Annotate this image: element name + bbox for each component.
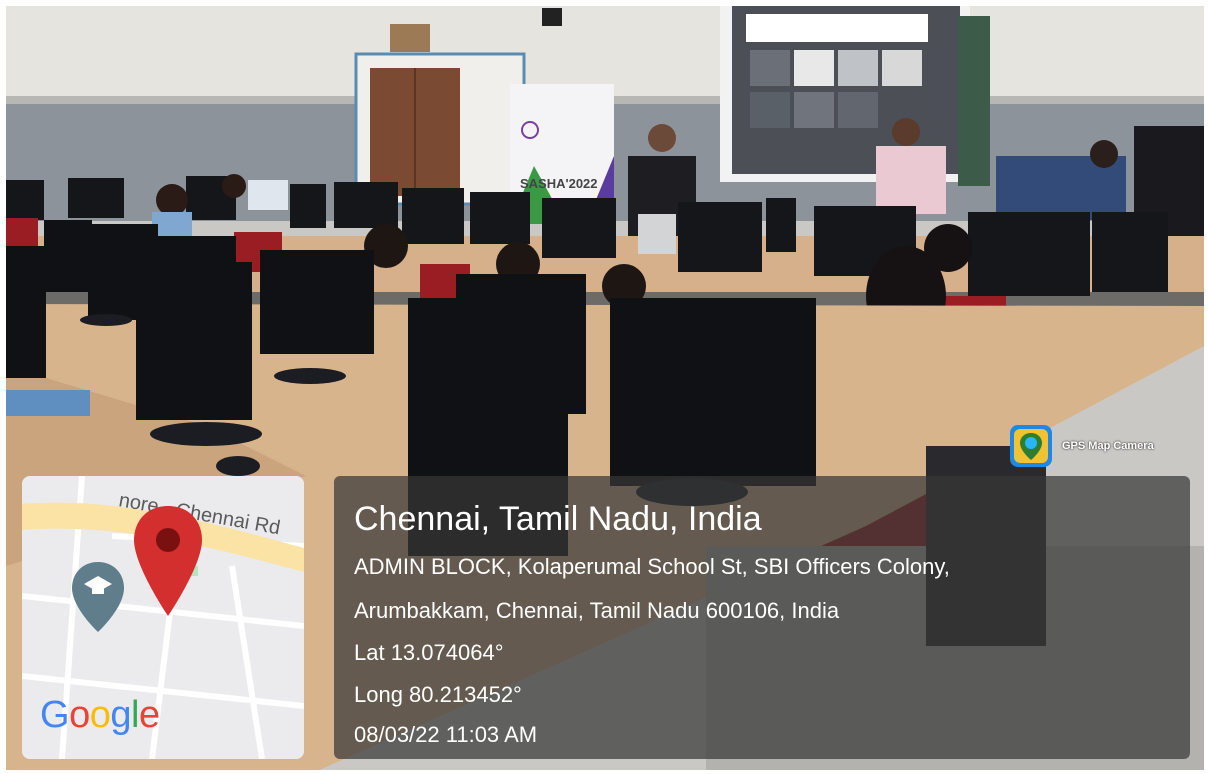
- location-title: Chennai, Tamil Nadu, India: [354, 500, 762, 538]
- location-info-panel: Chennai, Tamil Nadu, India ADMIN BLOCK, …: [334, 476, 1190, 759]
- gps-badge-label: GPS Map Camera: [1062, 440, 1154, 452]
- address-line-1: ADMIN BLOCK, Kolaperumal School St, SBI …: [354, 554, 950, 579]
- google-logo: Google: [40, 694, 160, 736]
- address-line-2: Arumbakkam, Chennai, Tamil Nadu 600106, …: [354, 598, 840, 623]
- location-map: nore - Chennai Rd Google: [22, 476, 304, 759]
- banner-text: SASHA'2022: [520, 176, 598, 191]
- longitude: Long 80.213452°: [354, 682, 522, 707]
- gps-map-camera-badge: GPS Map Camera: [1010, 424, 1154, 468]
- gps-map-camera-icon: [1010, 425, 1052, 467]
- latitude: Lat 13.074064°: [354, 640, 504, 665]
- timestamp: 08/03/22 11:03 AM: [354, 722, 538, 747]
